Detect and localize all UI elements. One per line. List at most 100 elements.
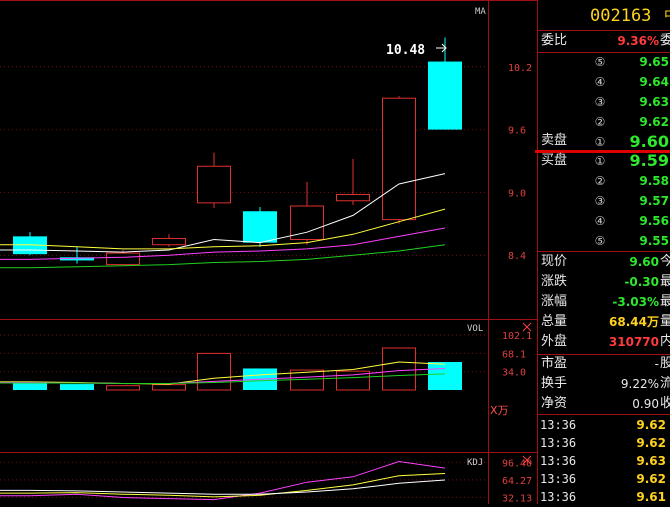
stat-cut-label: 最 [660,294,670,309]
buy-order-row[interactable]: ② 9.58 [538,171,670,191]
stock-code[interactable]: 002163 [590,6,651,26]
order-level: ② [594,174,606,188]
vol-tick-label: 68.1 [502,349,526,360]
candle-body-up [336,193,370,202]
buy-order-row[interactable]: ③ 9.57 [538,191,670,211]
order-price: 9.59 [629,151,669,170]
stat-label: 净资 [541,396,568,411]
stat-cut-label: 量 [660,314,670,329]
candle-body-up [106,252,140,266]
sell-order-row[interactable]: ② 9.62 [538,112,670,132]
stat-label: 涨跌 [541,274,568,289]
tick-time: 13:36 [540,472,577,486]
price-tick-label: 9.0 [508,188,526,199]
sell-order-row[interactable]: ④ 9.64 [538,72,670,92]
stat-label: 涨幅 [541,294,568,309]
vol-indicator-label[interactable]: VOL [467,324,483,334]
kdj-tick-label: 32.13 [502,493,532,504]
tick-row[interactable]: 13:36 9.62 [538,433,670,453]
stat-row[interactable]: 总量 68.44万量 [538,312,670,332]
stat-row[interactable]: 外盘 310770 内 [538,332,670,352]
sell-order-row[interactable]: ③ 9.63 [538,92,670,112]
stat-row[interactable]: 市盈 - 股 [538,354,670,374]
order-price: 9.56 [639,214,669,228]
order-price: 9.58 [639,174,669,188]
tick-price: 9.62 [636,418,666,432]
stat-row[interactable]: 净资 0.90 收 [538,394,670,414]
order-level: ④ [594,214,606,228]
tick-time: 13:36 [540,436,577,450]
stock-chart-area[interactable]: 10.29.69.08.4102.168.134.096.4064.2732.1… [0,0,537,504]
tick-row[interactable]: 13:36 9.63 [538,451,670,471]
stat-cut-label: 收 [660,396,670,411]
order-price: 9.65 [639,55,669,69]
stat-cut-label: 今 [660,254,670,269]
vol-close-icon[interactable] [522,322,532,332]
stock-code-row: 002163 中 [538,6,670,30]
volume-bar-up [106,385,140,391]
stat-cut-label: 内 [660,334,670,349]
tick-row[interactable]: 13:36 9.62 [538,415,670,435]
order-level: ③ [594,95,606,109]
tick-price: 9.62 [636,472,666,486]
stat-cut-label: 最 [660,274,670,289]
tick-time: 13:36 [540,418,577,432]
candlestick-series [13,37,462,266]
stat-label: 换手 [541,376,568,391]
candle-body-down [428,61,462,130]
tick-row[interactable]: 13:36 9.61 [538,487,670,507]
tick-row[interactable]: 13:36 9.62 [538,469,670,489]
vol-tick-label: 102.1 [502,331,532,342]
weibi-row: 委比 9.36% 委 [538,31,670,51]
volume-bar-down [428,362,462,390]
stock-name-cut: 中 [664,6,670,26]
stat-label: 总量 [541,314,568,329]
order-price: 9.62 [639,115,669,129]
volume-bar-down [60,384,94,390]
candle-body-up [382,97,416,221]
stat-row[interactable]: 换手 9.22% 流 [538,374,670,394]
stat-cut-label: 股 [660,356,670,371]
vol-tick-label: 34.0 [502,368,526,379]
order-level: ① [594,154,606,168]
stat-value: -3.03% [612,295,659,309]
order-level: ⑤ [594,234,606,248]
kdj-line [0,479,446,495]
order-level: ⑤ [594,55,606,69]
candle-body-up [152,237,186,246]
kdj-line [0,473,446,498]
stat-row[interactable]: 涨跌 -0.30 最 [538,272,670,292]
order-price: 9.64 [639,75,669,89]
stat-row[interactable]: 现价 9.60 今 [538,252,670,272]
ma-indicator-label[interactable]: MA [475,7,486,17]
stat-label: 现价 [541,254,568,269]
price-tick-label: 10.2 [508,63,532,74]
kdj-indicator-label[interactable]: KDJ [467,458,483,468]
tick-time: 13:36 [540,454,577,468]
sell-order-row[interactable]: ⑤ 9.65 [538,52,670,72]
stat-row[interactable]: 涨幅 -3.03% 最 [538,292,670,312]
vol-unit-label: X万 [490,404,509,417]
buy-order-row[interactable]: ① 9.59 [538,151,670,171]
stat-value: 0.90 [632,397,659,411]
stat-value: 9.60 [629,255,659,269]
tick-price: 9.61 [636,490,666,504]
stat-label: 外盘 [541,334,568,349]
stat-value: 68.44万 [609,315,659,329]
weibi-value: 9.36% [617,34,659,48]
stat-value: 310770 [608,335,659,349]
order-level: ④ [594,75,606,89]
axis-labels: 10.29.69.08.4102.168.134.096.4064.2732.1… [502,63,532,504]
quote-panel: 002163 中 委比 9.36% 委 ⑤ 9.65 ④ 9.64 ③ 9.63 ② 9.62… [535,0,670,507]
tick-price: 9.62 [636,436,666,450]
stat-value: - [654,357,659,371]
buy-order-row[interactable]: ④ 9.56 [538,211,670,231]
tick-price: 9.63 [636,454,666,468]
kdj-tick-label: 64.27 [502,476,532,487]
volume-bars [13,347,462,391]
price-tick-label: 9.6 [508,126,526,137]
buy-order-row[interactable]: ⑤ 9.55 [538,231,670,251]
price-ma-line [0,244,446,269]
candle-body-up [197,165,231,204]
volume-bar-up [152,384,186,391]
